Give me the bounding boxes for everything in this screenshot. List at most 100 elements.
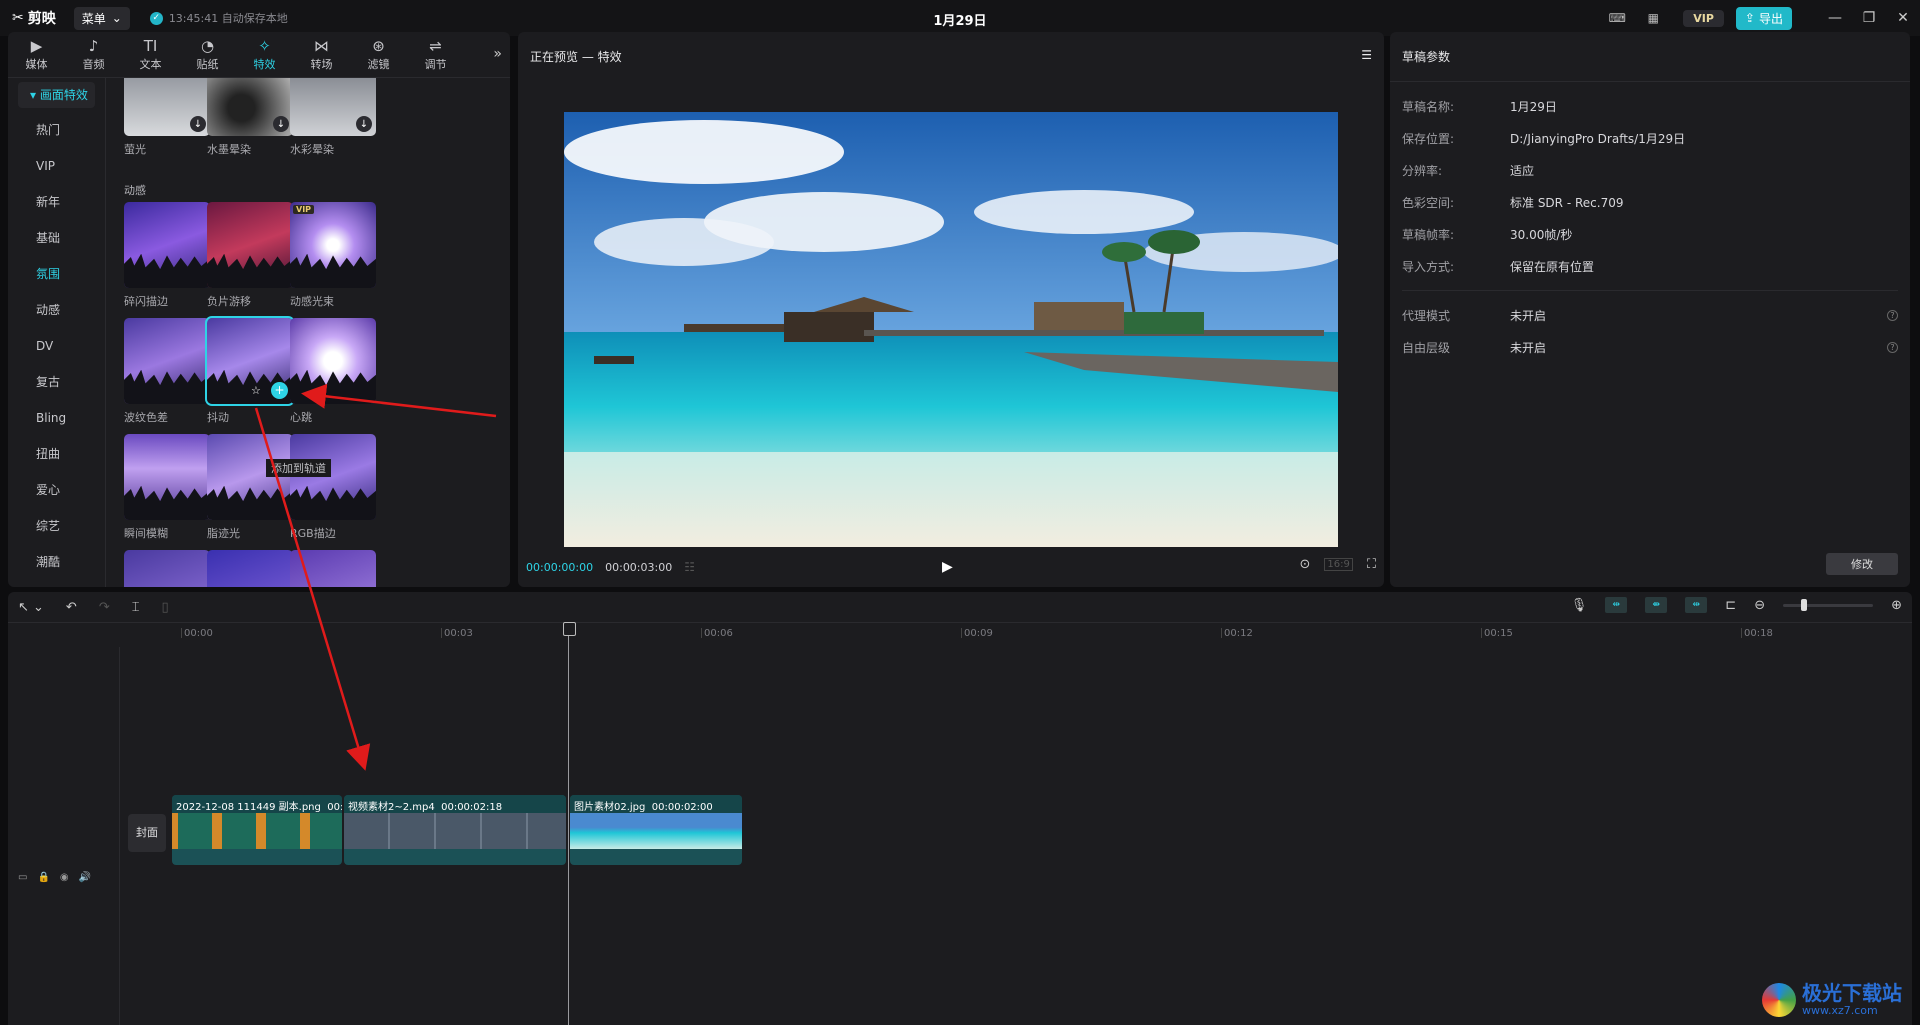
- menu-button[interactable]: 菜单 ⌄: [73, 6, 130, 30]
- linkage-icon[interactable]: ⇹: [1685, 597, 1708, 613]
- effect-card[interactable]: ↓ 水墨晕染: [207, 78, 295, 157]
- sidebar-item-dv[interactable]: DV: [8, 328, 105, 364]
- tab-transitions[interactable]: ⋈ 转场: [293, 32, 350, 77]
- add-to-track-button[interactable]: +: [271, 382, 288, 399]
- star-icon[interactable]: ☆: [251, 384, 261, 397]
- clip-filmstrip: [172, 813, 342, 849]
- timeline-toolbar: ↖ ⌄ ↶ ↷ ⌶ ▯ 🎙 ⇹ ⇼ ⇹ ⊏ ⊖ ⊕: [8, 592, 1912, 623]
- download-icon[interactable]: ↓: [190, 116, 206, 132]
- clip-header: 图片素材02.jpg 00:00:02:00: [570, 795, 742, 813]
- sidebar-item-dynamic[interactable]: 动感: [8, 292, 105, 328]
- screenshot-icon[interactable]: ⊙: [1300, 557, 1311, 572]
- vip-badge[interactable]: VIP: [1683, 9, 1724, 27]
- effect-card-selected[interactable]: 抖动 ☆ +: [205, 316, 295, 425]
- effect-card[interactable]: VIP 动感光束: [290, 202, 378, 309]
- sidebar-header[interactable]: ▾ 画面特效: [18, 82, 95, 108]
- export-button[interactable]: ⇪ 导出: [1735, 6, 1792, 30]
- download-icon[interactable]: ↓: [356, 116, 372, 132]
- sidebar-item-basic[interactable]: 基础: [8, 220, 105, 256]
- snap-icon[interactable]: ⇼: [1645, 597, 1668, 613]
- sidebar-item-hot[interactable]: 热门: [8, 112, 105, 148]
- tab-filters[interactable]: ⊛ 滤镜: [350, 32, 407, 77]
- timeline-clip[interactable]: 图片素材02.jpg 00:00:02:00: [570, 795, 742, 865]
- sidebar-item-distort[interactable]: 扭曲: [8, 436, 105, 472]
- download-icon[interactable]: ↓: [273, 116, 289, 132]
- effect-card[interactable]: ↓ 萤光: [124, 78, 212, 157]
- zoom-in-icon[interactable]: ⊕: [1891, 598, 1902, 613]
- playhead[interactable]: [563, 622, 576, 1025]
- close-icon[interactable]: ✕: [1886, 10, 1920, 26]
- zoom-slider[interactable]: [1783, 598, 1874, 611]
- eye-icon[interactable]: ◉: [60, 872, 69, 883]
- sidebar-item-newyear[interactable]: 新年: [8, 184, 105, 220]
- link-main-track-icon[interactable]: ⇹: [1605, 597, 1628, 613]
- tab-adjust[interactable]: ⇌ 调节: [407, 32, 464, 77]
- effect-card[interactable]: 碎闪描边: [124, 202, 212, 309]
- speaker-icon[interactable]: 🔊: [79, 872, 91, 883]
- help-icon[interactable]: ?: [1887, 341, 1898, 353]
- sidebar-item-bling[interactable]: Bling: [8, 400, 105, 436]
- delete-icon[interactable]: ▯: [162, 600, 169, 615]
- effect-name: 水墨晕染: [207, 143, 251, 156]
- transition-icon: ⋈: [314, 36, 329, 55]
- sidebar-item-retro[interactable]: 复古: [8, 364, 105, 400]
- tab-text[interactable]: TI 文本: [122, 32, 179, 77]
- chevron-double-right-icon[interactable]: »: [493, 46, 502, 62]
- sidebar-item-love[interactable]: 爱心: [8, 472, 105, 508]
- timeline-clip[interactable]: 2022-12-08 111449 副本.png 00:0: [172, 795, 342, 865]
- time-ruler[interactable]: 00:00 00:03 00:06 00:09 00:12 00:15 00:1…: [120, 623, 1912, 647]
- tab-audio[interactable]: ♪ 音频: [65, 32, 122, 77]
- effect-card[interactable]: 负片游移: [207, 202, 295, 309]
- sidebar-item-cool[interactable]: 潮酷: [8, 544, 105, 580]
- timeline-clip[interactable]: 视频素材2~2.mp4 00:00:02:18: [344, 795, 566, 865]
- crowd-silhouette: [207, 485, 293, 520]
- effect-card[interactable]: [290, 550, 378, 587]
- select-cursor-icon[interactable]: ↖ ⌄: [18, 600, 44, 615]
- zoom-knob[interactable]: [1801, 598, 1808, 611]
- effect-name: 脂迹光: [207, 527, 240, 540]
- effect-name: 动感光束: [290, 295, 334, 308]
- sidebar-item-atmosphere[interactable]: 氛围: [8, 256, 105, 292]
- sidebar-item-vip[interactable]: VIP: [8, 148, 105, 184]
- redo-icon[interactable]: ↷: [99, 600, 110, 615]
- tab-effects[interactable]: ✧ 特效: [236, 32, 293, 77]
- minimize-icon[interactable]: —: [1818, 10, 1852, 26]
- tab-label: 转场: [310, 57, 333, 71]
- crowd-silhouette: [290, 485, 376, 520]
- prop-value: 未开启: [1510, 340, 1547, 355]
- effect-card[interactable]: RGB描边: [290, 434, 378, 541]
- track-type-icon[interactable]: ▭: [18, 872, 27, 883]
- list-icon[interactable]: ☷: [684, 560, 695, 574]
- watermark: 极光下载站 www.xz7.com: [1762, 982, 1902, 1017]
- track-controls: ▭ 🔒 ◉ 🔊: [18, 872, 91, 883]
- microphone-icon[interactable]: 🎙: [1571, 598, 1588, 613]
- preview-axis-icon[interactable]: ⊏: [1725, 598, 1736, 613]
- zoom-out-icon[interactable]: ⊖: [1754, 598, 1765, 613]
- track-header-column: ▭ 🔒 ◉ 🔊: [8, 647, 120, 1025]
- cover-button[interactable]: 封面: [128, 814, 166, 852]
- fullscreen-icon[interactable]: ⛶: [1367, 557, 1376, 572]
- help-icon[interactable]: ?: [1887, 309, 1898, 321]
- effect-card[interactable]: 脂迹光: [207, 434, 295, 541]
- menu-lines-icon[interactable]: ☰: [1361, 48, 1372, 66]
- tab-sticker[interactable]: ◔ 贴纸: [179, 32, 236, 77]
- effect-card[interactable]: [124, 550, 212, 587]
- layout-icon[interactable]: ▦: [1641, 6, 1665, 30]
- effect-card[interactable]: 波纹色差: [124, 318, 212, 425]
- sidebar-item-variety[interactable]: 综艺: [8, 508, 105, 544]
- effect-card[interactable]: [207, 550, 295, 587]
- tab-media[interactable]: ▶ 媒体: [8, 32, 65, 77]
- effect-card[interactable]: 瞬间模糊: [124, 434, 212, 541]
- prop-value: 适应: [1510, 163, 1535, 178]
- keyboard-icon[interactable]: ⌨: [1605, 6, 1629, 30]
- effect-card[interactable]: 心跳: [290, 318, 378, 425]
- effect-card[interactable]: ↓ 水彩晕染: [290, 78, 378, 157]
- lock-icon[interactable]: 🔒: [37, 872, 49, 883]
- undo-icon[interactable]: ↶: [66, 600, 77, 615]
- restore-icon[interactable]: ❐: [1852, 10, 1886, 26]
- modify-button[interactable]: 修改: [1826, 553, 1898, 575]
- split-icon[interactable]: ⌶: [132, 600, 140, 615]
- play-icon[interactable]: ▶: [942, 559, 953, 575]
- aspect-ratio-button[interactable]: 16:9: [1324, 558, 1353, 571]
- prop-key: 导入方式:: [1402, 259, 1455, 274]
